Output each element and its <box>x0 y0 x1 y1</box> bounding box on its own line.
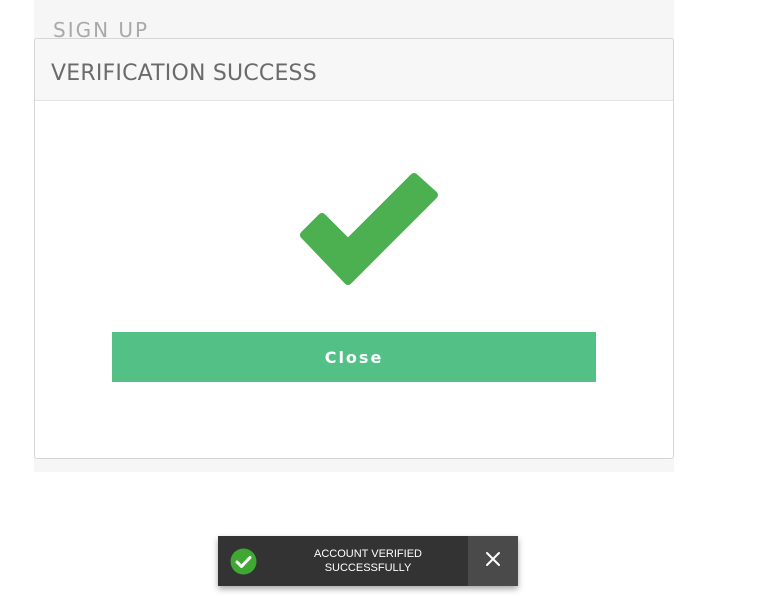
toast-message-line1: ACCOUNT VERIFIED <box>314 548 422 560</box>
modal-title: VERIFICATION SUCCESS <box>51 61 317 86</box>
verification-modal: VERIFICATION SUCCESS Close <box>34 38 674 459</box>
modal-header: VERIFICATION SUCCESS <box>35 39 673 101</box>
close-button[interactable]: Close <box>112 332 596 382</box>
toast-notification: ACCOUNT VERIFIED SUCCESSFULLY <box>218 536 518 586</box>
close-icon <box>485 551 501 572</box>
check-circle-icon <box>230 548 257 575</box>
checkmark-icon <box>298 163 443 285</box>
toast-message-line2: SUCCESSFULLY <box>324 562 412 574</box>
toast-dismiss-button[interactable] <box>468 536 518 586</box>
page: SIGN UP VERIFICATION SUCCESS Close ACCOU… <box>0 0 759 596</box>
toast-message: ACCOUNT VERIFIED SUCCESSFULLY <box>288 547 448 575</box>
